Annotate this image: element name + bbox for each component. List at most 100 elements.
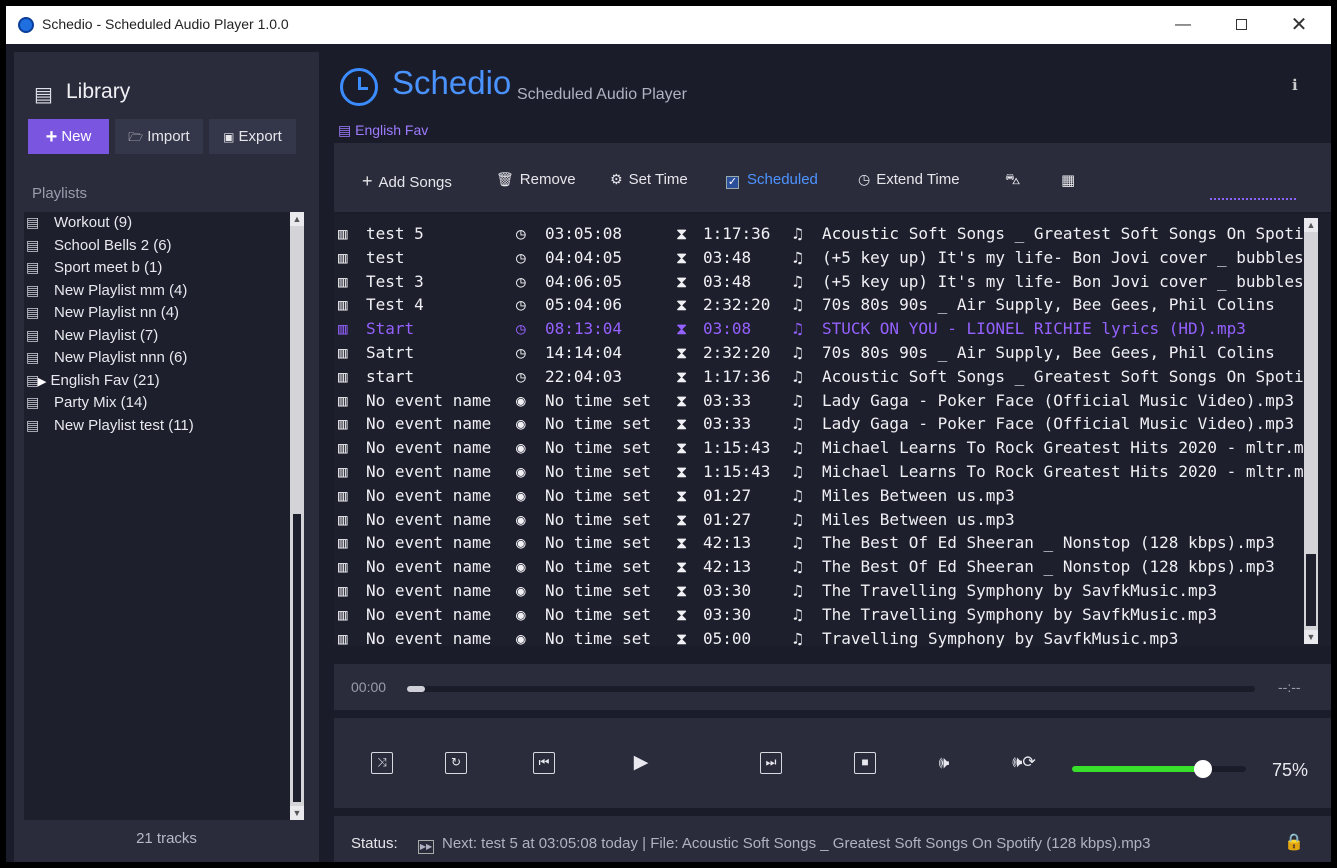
playlist-item[interactable]: ▤ New Playlist mm (4) <box>24 282 187 304</box>
book-icon: ▥ <box>338 343 348 362</box>
playlist-icon: ▤ <box>26 416 40 433</box>
volume-slider[interactable] <box>1072 766 1246 772</box>
event-name: test 5 <box>366 224 424 243</box>
playlist-label: New Playlist mm (4) <box>54 281 188 299</box>
track-row[interactable]: ▥ No event name ◉ No time set ⧗ 1:15:43 ♫ Micha… <box>334 460 1304 484</box>
playlist-item[interactable]: ▤ School Bells 2 (6) <box>24 237 172 259</box>
track-row[interactable]: ▥ No event name ◉ No time set ⧗ 1:15:43 ♫ Micha… <box>334 436 1304 460</box>
set-time-button[interactable]: ⚙ Set Time <box>610 171 688 188</box>
toolbar-divider <box>1210 198 1296 200</box>
export-button[interactable]: ▣ Export <box>209 119 296 154</box>
track-row[interactable]: ▥ test 5 ◷ 03:05:08 ⧗ 1:17:36 ♫ Acoustic Soft S… <box>334 222 1304 246</box>
track-row[interactable]: ▥ start ◷ 22:04:03 ⧗ 1:17:36 ♫ Acoustic Soft So… <box>334 365 1304 389</box>
event-time: 08:13:04 <box>545 319 623 339</box>
track-row[interactable]: ▥ No event name ◉ No time set ⧗ 42:13 ♫ The Bes… <box>334 555 1304 579</box>
event-name: No event name <box>366 509 492 529</box>
remove-label: Remove <box>519 171 576 188</box>
playlist-item[interactable]: ▤ Sport meet b (1) <box>24 259 162 281</box>
book-icon: ▥ <box>338 462 348 481</box>
scroll-down-icon[interactable]: ▼ <box>1304 630 1318 644</box>
track-row[interactable]: ▥ No event name ◉ No time set ⧗ 03:33 ♫ Lady Ga… <box>334 389 1304 413</box>
book-icon: ▥ <box>338 247 348 267</box>
event-time: No time set <box>545 581 651 600</box>
repeat-icon[interactable]: ↻ <box>445 752 467 774</box>
save-icon: ▣ <box>223 130 235 144</box>
track-row[interactable]: ▥ Satrt ◷ 14:14:04 ⧗ 2:32:20 ♫ 70s 80s 90s _ Ai… <box>334 341 1304 365</box>
track-row[interactable]: ▥ No event name ◉ No time set ⧗ 03:30 ♫ The Tra… <box>334 579 1304 603</box>
import-button[interactable]: 🗁 Import <box>115 119 203 154</box>
play-icon[interactable]: ▶ <box>630 752 652 774</box>
playlist-icon: ▤ <box>26 214 40 230</box>
scroll-up-icon[interactable]: ▲ <box>290 212 304 226</box>
seek-slider[interactable] <box>407 686 1255 692</box>
volume-reset-icon[interactable]: 🕪⟳ <box>1002 752 1046 774</box>
scroll-up-icon[interactable]: ▲ <box>1304 218 1318 232</box>
no-time-icon: ◉ <box>516 557 526 577</box>
previous-icon[interactable]: ⏮ <box>533 752 555 774</box>
playlist-item[interactable]: ▤ New Playlist test (11) <box>24 417 194 439</box>
track-row[interactable]: ▥ No event name ◉ No time set ⧗ 05:00 ♫ Travell… <box>334 627 1304 651</box>
volume-knob[interactable] <box>1194 760 1212 778</box>
track-row[interactable]: ▥ Test 3 ◷ 04:06:05 ⧗ 03:48 ♫ (+5 key up) It's … <box>334 270 1304 294</box>
shuffle-icon[interactable]: ⤨ <box>371 752 393 774</box>
track-row[interactable]: ▥ No event name ◉ No time set ⧗ 03:30 ♫ The Tra… <box>334 603 1304 627</box>
close-button[interactable]: ✕ <box>1276 12 1322 38</box>
cinema-icon[interactable]: ▦ <box>1061 171 1075 189</box>
playlist-item[interactable]: ▤ New Playlist (7) <box>24 327 158 349</box>
minimize-button[interactable]: — <box>1160 12 1206 38</box>
next-icon[interactable]: ⏭ <box>760 752 782 774</box>
track-duration: 03:48 <box>703 271 752 291</box>
new-label: New <box>61 128 92 145</box>
track-row[interactable]: ▥ Test 4 ◷ 05:04:06 ⧗ 2:32:20 ♫ 70s 80s 90s _ A… <box>334 293 1304 317</box>
track-row[interactable]: ▥ Start ◷ 08:13:04 ⧗ 03:08 ♫ STUCK ON YOU - LIO… <box>334 317 1304 341</box>
scroll-thumb[interactable] <box>293 514 301 802</box>
lock-icon[interactable]: 🔒 <box>1284 832 1304 852</box>
stop-icon[interactable]: ■ <box>854 752 876 774</box>
track-grid-scrollbar[interactable]: ▲ ▼ <box>1304 218 1318 644</box>
book-icon: ▥ <box>338 557 348 577</box>
playlist-label: Sport meet b (1) <box>54 259 163 276</box>
speaker-icon[interactable]: 🕪 <box>933 752 955 774</box>
car-icon[interactable]: ⛍ <box>1005 171 1020 190</box>
track-row[interactable]: ▥ No event name ◉ No time set ⧗ 42:13 ♫ The Bes… <box>334 531 1304 555</box>
book-icon: ▥ <box>338 319 348 339</box>
event-name: No event name <box>366 604 492 624</box>
playlist-label: New Playlist (7) <box>54 326 159 344</box>
event-time: 22:04:03 <box>545 366 623 386</box>
track-file: Miles Between us.mp3 <box>822 485 1015 505</box>
book-icon: ▥ <box>338 414 348 434</box>
scheduled-checkbox[interactable]: ✓ Scheduled <box>726 171 818 189</box>
playlist-item[interactable]: ▤ New Playlist nn (4) <box>24 304 179 326</box>
remove-button[interactable]: 🗑 Remove <box>496 171 576 188</box>
no-time-icon: ◉ <box>516 485 526 505</box>
playlist-scrollbar[interactable]: ▲ ▼ <box>290 212 304 820</box>
playlist-icon: ▤ <box>26 259 40 275</box>
hourglass-icon: ⧗ <box>676 533 688 553</box>
playlist-item[interactable]: ▤▶ English Fav (21) <box>24 372 160 394</box>
track-file: (+5 key up) It's my life- Bon Jovi cover… <box>822 247 1304 267</box>
track-row[interactable]: ▥ No event name ◉ No time set ⧗ 01:27 ♫ Miles B… <box>334 508 1304 532</box>
book-icon: ▥ <box>338 533 348 553</box>
scheduled-label: Scheduled <box>747 171 818 188</box>
info-button[interactable]: ℹ <box>1292 76 1298 94</box>
hourglass-icon: ⧗ <box>676 319 688 339</box>
playlist-item[interactable]: ▤ New Playlist nnn (6) <box>24 349 187 371</box>
event-name: No event name <box>366 485 492 505</box>
scroll-down-icon[interactable]: ▼ <box>290 806 304 820</box>
library-sidebar: ▤ Library + New 🗁 Import ▣ Export Playlists… <box>14 52 319 862</box>
track-duration: 03:48 <box>703 247 752 267</box>
no-time-icon: ◉ <box>516 604 526 624</box>
playlist-item[interactable]: ▤ Party Mix (14) <box>24 394 147 416</box>
extend-time-button[interactable]: ◷ Extend Time <box>858 171 960 188</box>
scroll-thumb[interactable] <box>1306 554 1316 626</box>
music-note-icon: ♫ <box>793 533 803 553</box>
track-row[interactable]: ▥ No event name ◉ No time set ⧗ 03:33 ♫ Lady Ga… <box>334 412 1304 436</box>
maximize-button[interactable] <box>1218 12 1264 38</box>
track-row[interactable]: ▥ test ◷ 04:04:05 ⧗ 03:48 ♫ (+5 key up) It's my… <box>334 246 1304 270</box>
playlist-item[interactable]: ▤ Workout (9) <box>24 214 132 236</box>
track-row[interactable]: ▥ No event name ◉ No time set ⧗ 01:27 ♫ Miles B… <box>334 484 1304 508</box>
event-name: Test 4 <box>366 295 424 315</box>
new-playlist-button[interactable]: + New <box>28 119 109 154</box>
playlist-toolbar: + Add Songs 🗑 Remove ⚙ Set Time ✓ Scheduled … <box>334 143 1331 212</box>
add-songs-button[interactable]: + Add Songs <box>362 171 452 192</box>
